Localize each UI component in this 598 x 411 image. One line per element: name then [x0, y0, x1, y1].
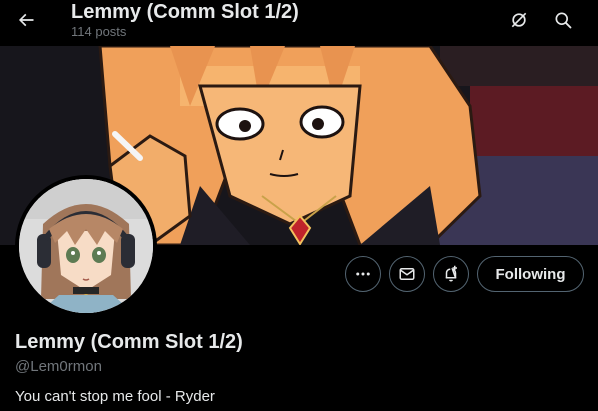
more-icon [356, 272, 370, 276]
following-button[interactable]: Following [477, 256, 584, 292]
profile-bio: You can't stop me fool - Ryder [15, 388, 215, 405]
message-button[interactable] [389, 256, 425, 292]
profile-handle: @Lem0rmon [15, 358, 102, 375]
notify-button[interactable] [433, 256, 469, 292]
bell-plus-icon [445, 265, 457, 282]
header-posts-count: 114 posts [71, 24, 127, 39]
avatar[interactable] [19, 179, 153, 313]
header-title-block: Lemmy (Comm Slot 1/2) 114 posts [71, 0, 299, 39]
header-name: Lemmy (Comm Slot 1/2) [71, 1, 299, 23]
envelope-icon [399, 268, 415, 280]
mute-icon [511, 12, 527, 28]
arrow-left-icon [18, 13, 34, 27]
profile-avatar-frame[interactable] [15, 175, 157, 317]
top-bar: Lemmy (Comm Slot 1/2) 114 posts [0, 0, 598, 46]
profile-name: Lemmy (Comm Slot 1/2) [15, 331, 243, 353]
search-button[interactable] [547, 4, 579, 36]
mute-button[interactable] [503, 4, 535, 36]
search-icon [555, 12, 572, 29]
more-button[interactable] [345, 256, 381, 292]
back-button[interactable] [10, 4, 42, 36]
